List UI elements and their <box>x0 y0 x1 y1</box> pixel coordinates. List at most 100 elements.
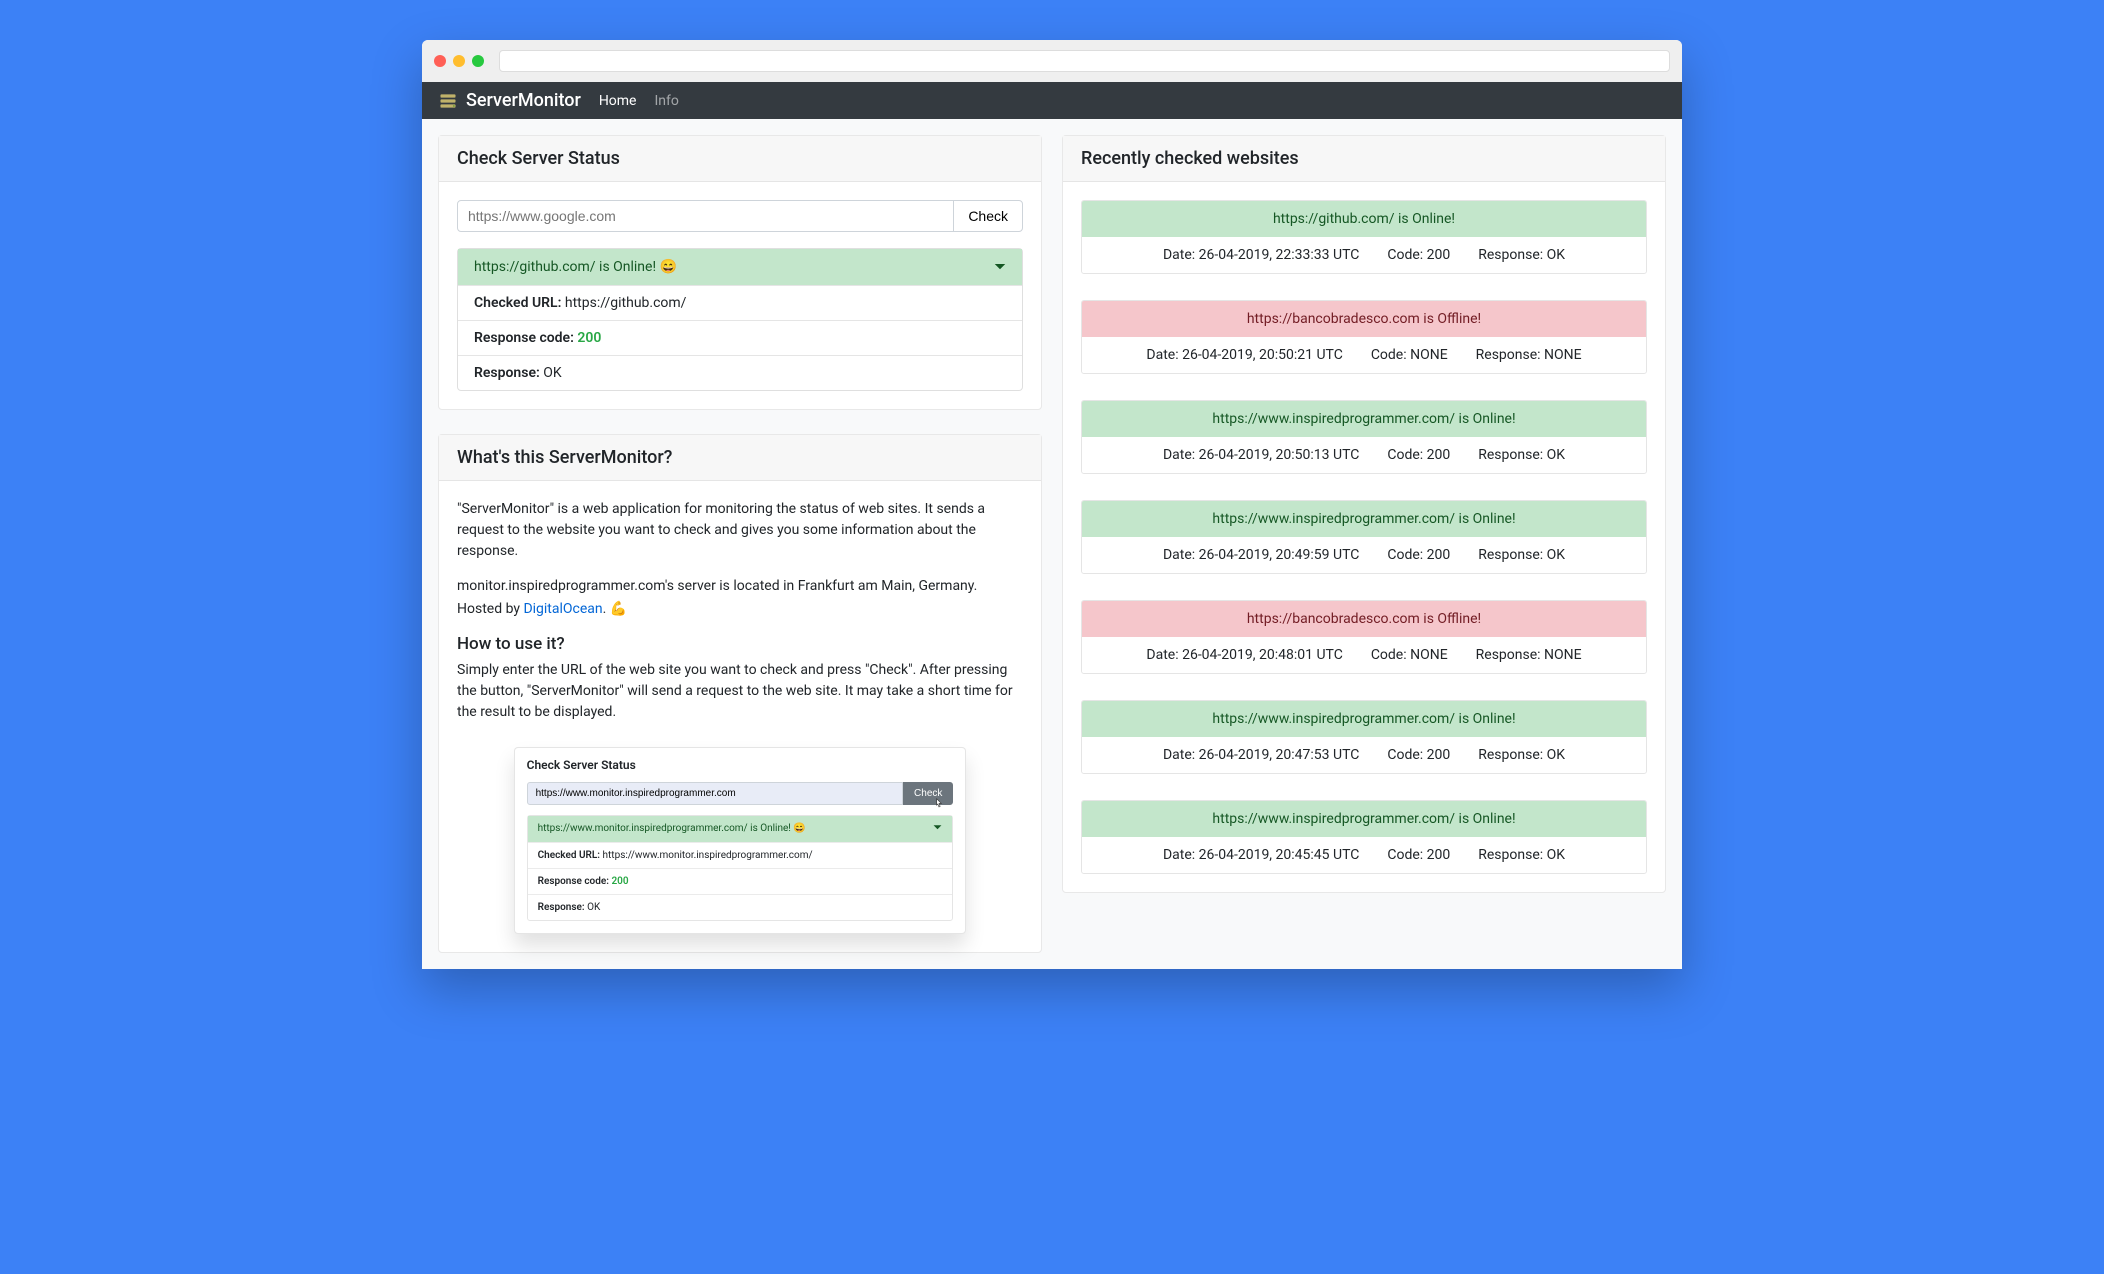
demo-acc-title: https://www.monitor.inspiredprogrammer.c… <box>538 823 806 835</box>
hosted-suffix: . 💪 <box>603 601 628 617</box>
recent-code: Code: NONE <box>1371 347 1448 363</box>
pointer-cursor-icon <box>932 797 946 811</box>
recent-item-headline[interactable]: https://www.inspiredprogrammer.com/ is O… <box>1082 801 1646 837</box>
howto-title: How to use it? <box>457 634 1023 654</box>
about-hosted: Hosted by DigitalOcean. 💪 <box>457 599 1023 620</box>
brand[interactable]: ServerMonitor <box>438 90 581 111</box>
recent-item-details: Date: 26-04-2019, 20:47:53 UTC Code: 200 R… <box>1082 737 1646 773</box>
close-icon[interactable] <box>434 55 446 67</box>
result-header[interactable]: https://github.com/ is Online! 😄 <box>458 249 1022 285</box>
app-navbar: ServerMonitor Home Info <box>422 82 1682 119</box>
recent-code: Code: 200 <box>1387 847 1450 863</box>
recent-item: https://bancobradesco.com is Offline!Dat… <box>1081 600 1647 674</box>
recent-item-details: Date: 26-04-2019, 20:45:45 UTC Code: 200 R… <box>1082 837 1646 873</box>
about-card: What's this ServerMonitor? "ServerMonito… <box>438 434 1042 953</box>
demo-header: Check Server Status <box>515 748 966 782</box>
nav-info[interactable]: Info <box>655 93 679 109</box>
demo-row-code: Response code: 200 <box>528 868 953 894</box>
recent-list: https://github.com/ is Online!Date: 26-0… <box>1063 182 1665 892</box>
address-bar[interactable] <box>499 50 1670 72</box>
nav-home[interactable]: Home <box>599 93 637 109</box>
demo-check-label: Check <box>914 788 942 799</box>
recent-response: Response: OK <box>1478 447 1565 463</box>
recent-response: Response: OK <box>1478 847 1565 863</box>
about-p1: "ServerMonitor" is a web application for… <box>457 499 1023 562</box>
maximize-icon[interactable] <box>472 55 484 67</box>
recent-item-details: Date: 26-04-2019, 20:50:13 UTC Code: 200 R… <box>1082 437 1646 473</box>
right-column: Recently checked websites https://github… <box>1062 135 1666 893</box>
recent-item: https://github.com/ is Online!Date: 26-0… <box>1081 200 1647 274</box>
recent-item: https://www.inspiredprogrammer.com/ is O… <box>1081 400 1647 474</box>
check-status-title: Check Server Status <box>439 136 1041 182</box>
recent-item: https://www.inspiredprogrammer.com/ is O… <box>1081 500 1647 574</box>
left-column: Check Server Status Check https://github… <box>438 135 1042 953</box>
recent-date: Date: 26-04-2019, 20:50:13 UTC <box>1163 447 1359 463</box>
recent-item: https://www.inspiredprogrammer.com/ is O… <box>1081 700 1647 774</box>
recent-code: Code: 200 <box>1387 547 1450 563</box>
result-row-url: Checked URL: https://github.com/ <box>458 285 1022 320</box>
about-p2: monitor.inspiredprogrammer.com's server … <box>457 576 1023 597</box>
about-title: What's this ServerMonitor? <box>439 435 1041 481</box>
result-url-value: https://github.com/ <box>561 295 686 311</box>
recent-item-headline[interactable]: https://www.inspiredprogrammer.com/ is O… <box>1082 401 1646 437</box>
recent-date: Date: 26-04-2019, 22:33:33 UTC <box>1163 247 1359 263</box>
page-content: Check Server Status Check https://github… <box>422 119 1682 969</box>
url-input[interactable] <box>457 200 954 232</box>
recent-code: Code: 200 <box>1387 247 1450 263</box>
result-url-label: Checked URL: <box>474 295 561 311</box>
recent-item-headline[interactable]: https://bancobradesco.com is Offline! <box>1082 301 1646 337</box>
recent-response: Response: NONE <box>1476 347 1582 363</box>
demo-screenshot: Check Server Status Check <box>514 747 967 934</box>
recent-item-details: Date: 26-04-2019, 20:50:21 UTC Code: NONE… <box>1082 337 1646 373</box>
result-row-code: Response code: 200 <box>458 320 1022 355</box>
recent-item-details: Date: 26-04-2019, 22:33:33 UTC Code: 200 R… <box>1082 237 1646 273</box>
recent-date: Date: 26-04-2019, 20:45:45 UTC <box>1163 847 1359 863</box>
demo-check-button: Check <box>903 782 953 805</box>
brand-label: ServerMonitor <box>466 90 581 111</box>
recent-code: Code: NONE <box>1371 647 1448 663</box>
recent-title: Recently checked websites <box>1063 136 1665 182</box>
result-code-value: 200 <box>577 330 601 346</box>
demo-row-response: Response: OK <box>528 894 953 920</box>
recent-item: https://bancobradesco.com is Offline!Dat… <box>1081 300 1647 374</box>
recent-response: Response: NONE <box>1476 647 1582 663</box>
result-response-value: OK <box>540 365 562 381</box>
result-response-label: Response: <box>474 365 540 381</box>
chevron-down-icon <box>933 823 942 835</box>
check-status-card: Check Server Status Check https://github… <box>438 135 1042 410</box>
recent-response: Response: OK <box>1478 247 1565 263</box>
result-row-response: Response: OK <box>458 355 1022 390</box>
recent-item-details: Date: 26-04-2019, 20:49:59 UTC Code: 200 R… <box>1082 537 1646 573</box>
demo-acc-header: https://www.monitor.inspiredprogrammer.c… <box>528 816 953 842</box>
browser-window: ServerMonitor Home Info Check Server Sta… <box>422 40 1682 969</box>
recent-item: https://www.inspiredprogrammer.com/ is O… <box>1081 800 1647 874</box>
demo-row-url: Checked URL: https://www.monitor.inspire… <box>528 842 953 868</box>
url-input-group: Check <box>457 200 1023 232</box>
recent-item-headline[interactable]: https://github.com/ is Online! <box>1082 201 1646 237</box>
demo-url-input <box>527 782 903 805</box>
howto-text: Simply enter the URL of the web site you… <box>457 660 1023 723</box>
recent-response: Response: OK <box>1478 747 1565 763</box>
minimize-icon[interactable] <box>453 55 465 67</box>
digitalocean-link[interactable]: DigitalOcean <box>523 601 602 617</box>
result-code-label: Response code: <box>474 330 577 346</box>
recent-item-headline[interactable]: https://www.inspiredprogrammer.com/ is O… <box>1082 501 1646 537</box>
recent-date: Date: 26-04-2019, 20:50:21 UTC <box>1146 347 1342 363</box>
server-icon <box>438 91 458 111</box>
hosted-prefix: Hosted by <box>457 601 523 617</box>
recent-date: Date: 26-04-2019, 20:47:53 UTC <box>1163 747 1359 763</box>
recent-code: Code: 200 <box>1387 747 1450 763</box>
check-button[interactable]: Check <box>953 200 1023 232</box>
recent-code: Code: 200 <box>1387 447 1450 463</box>
result-accordion: https://github.com/ is Online! 😄 Checked… <box>457 248 1023 391</box>
recent-item-details: Date: 26-04-2019, 20:48:01 UTC Code: NONE… <box>1082 637 1646 673</box>
recent-card: Recently checked websites https://github… <box>1062 135 1666 893</box>
recent-date: Date: 26-04-2019, 20:49:59 UTC <box>1163 547 1359 563</box>
recent-response: Response: OK <box>1478 547 1565 563</box>
recent-date: Date: 26-04-2019, 20:48:01 UTC <box>1146 647 1342 663</box>
window-titlebar <box>422 40 1682 82</box>
chevron-down-icon <box>994 261 1006 273</box>
result-headline: https://github.com/ is Online! 😄 <box>474 259 677 275</box>
recent-item-headline[interactable]: https://www.inspiredprogrammer.com/ is O… <box>1082 701 1646 737</box>
recent-item-headline[interactable]: https://bancobradesco.com is Offline! <box>1082 601 1646 637</box>
